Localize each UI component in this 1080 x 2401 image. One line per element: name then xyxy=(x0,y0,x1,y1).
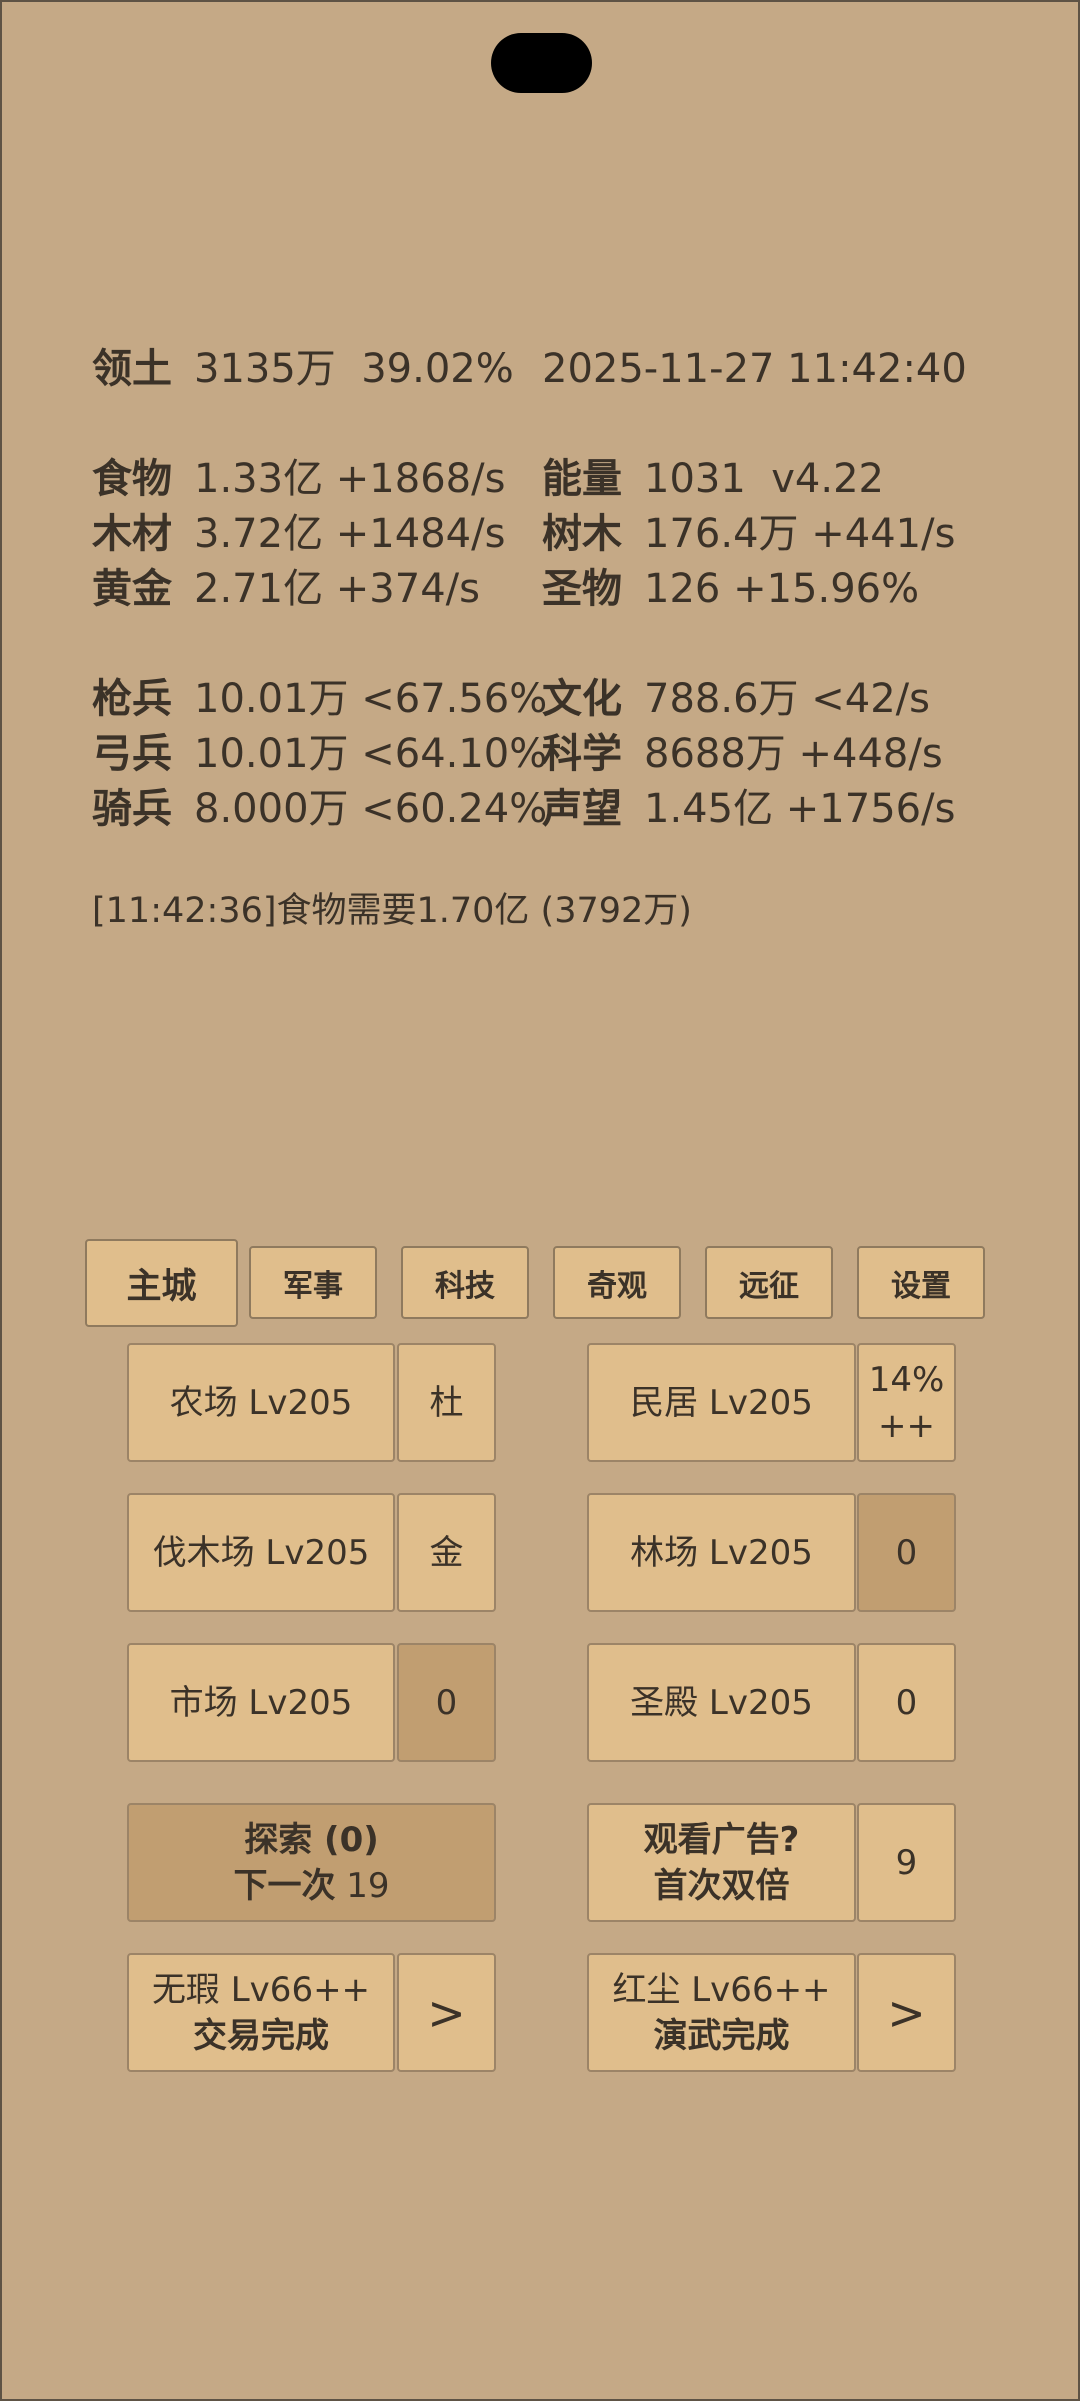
resource-label: 黄金 xyxy=(92,566,172,612)
culture-value: 788.6万 <42/s xyxy=(644,676,930,722)
flawless-title: 无瑕 Lv66++ xyxy=(151,1969,371,2010)
house-side-plus: ++ xyxy=(878,1405,935,1446)
forest-farm-label: 林场 Lv205 xyxy=(630,1532,813,1573)
resource-value: 3.72亿 +1484/s xyxy=(194,511,506,557)
farm-side-label: 杜 xyxy=(429,1382,464,1423)
forest-side-label: 0 xyxy=(895,1532,918,1573)
military-value: 8.000万 <60.24% xyxy=(194,786,548,832)
military-value: 10.01万 <67.56% xyxy=(194,676,548,722)
temple-button[interactable]: 圣殿 Lv205 xyxy=(587,1643,856,1762)
forest-side-button[interactable]: 0 xyxy=(857,1493,956,1612)
tab-military[interactable]: 军事 xyxy=(249,1246,377,1319)
temple-side-button[interactable]: 0 xyxy=(857,1643,956,1762)
resource-value: 176.4万 +441/s xyxy=(644,511,956,557)
military-label: 骑兵 xyxy=(92,786,172,832)
territory-label: 领土 xyxy=(92,346,172,392)
watch-ad-subtitle: 首次双倍 xyxy=(653,1865,790,1906)
camera-notch xyxy=(491,33,592,93)
lumber-mill-button[interactable]: 伐木场 Lv205 xyxy=(127,1493,395,1612)
culture-label: 文化 xyxy=(542,676,622,722)
culture-value: 1.45亿 +1756/s xyxy=(644,786,956,832)
market-side-label: 0 xyxy=(435,1682,458,1723)
datetime-row: 2025-11-27 11:42:40 xyxy=(542,342,967,397)
resource-label: 能量 xyxy=(542,456,622,502)
explore-button[interactable]: 探索 (0) 下一次 19 xyxy=(127,1803,496,1922)
farm-side-button[interactable]: 杜 xyxy=(397,1343,496,1462)
farm-label: 农场 Lv205 xyxy=(169,1382,353,1423)
house-button[interactable]: 民居 Lv205 xyxy=(587,1343,856,1462)
house-side-percent: 14% xyxy=(868,1359,945,1400)
tab-expedition[interactable]: 远征 xyxy=(705,1246,833,1319)
market-button[interactable]: 市场 Lv205 xyxy=(127,1643,395,1762)
watch-ad-button[interactable]: 观看广告? 首次双倍 xyxy=(587,1803,856,1922)
event-log: [11:42:36]食物需要1.70亿 (3792万) xyxy=(92,891,692,931)
lumber-side-label: 金 xyxy=(429,1532,464,1573)
watch-ad-title: 观看广告? xyxy=(643,1819,800,1860)
culture-label: 声望 xyxy=(542,786,622,832)
explore-title: 探索 (0) xyxy=(244,1819,379,1860)
resource-value: 2.71亿 +374/s xyxy=(194,566,480,612)
market-label: 市场 Lv205 xyxy=(169,1682,353,1723)
explore-next: 下一次 19 xyxy=(233,1863,389,1909)
farm-button[interactable]: 农场 Lv205 xyxy=(127,1343,395,1462)
tab-settings[interactable]: 设置 xyxy=(857,1246,985,1319)
explore-next-label: 下一次 xyxy=(233,1865,336,1906)
red-dust-next-arrow: > xyxy=(887,1985,926,2040)
territory-value: 3135万 39.02% xyxy=(194,346,514,392)
house-label: 民居 Lv205 xyxy=(630,1382,813,1423)
red-dust-title: 红尘 Lv66++ xyxy=(612,1969,831,2010)
forest-farm-button[interactable]: 林场 Lv205 xyxy=(587,1493,856,1612)
lumber-mill-label: 伐木场 Lv205 xyxy=(152,1532,370,1573)
resource-label: 木材 xyxy=(92,511,172,557)
ad-count-button[interactable]: 9 xyxy=(857,1803,956,1922)
tab-technology[interactable]: 科技 xyxy=(401,1246,529,1319)
culture-value: 8688万 +448/s xyxy=(644,731,943,777)
red-dust-next-button[interactable]: > xyxy=(857,1953,956,2072)
ad-count: 9 xyxy=(895,1842,918,1883)
military-label: 弓兵 xyxy=(92,731,172,777)
house-side-button[interactable]: 14% ++ xyxy=(857,1343,956,1462)
red-dust-status: 演武完成 xyxy=(653,2015,790,2056)
resource-value: 1031 v4.22 xyxy=(644,456,884,502)
resource-label: 树木 xyxy=(542,511,622,557)
lumber-side-button[interactable]: 金 xyxy=(397,1493,496,1612)
tab-main-city[interactable]: 主城 xyxy=(85,1239,238,1327)
temple-side-label: 0 xyxy=(895,1682,918,1723)
flawless-status: 交易完成 xyxy=(193,2015,329,2056)
market-side-button[interactable]: 0 xyxy=(397,1643,496,1762)
tab-wonders[interactable]: 奇观 xyxy=(553,1246,681,1319)
datetime: 2025-11-27 11:42:40 xyxy=(542,346,967,392)
resource-label: 食物 xyxy=(92,456,172,502)
explore-next-value: 19 xyxy=(346,1865,390,1906)
military-value: 10.01万 <64.10% xyxy=(194,731,548,777)
temple-label: 圣殿 Lv205 xyxy=(630,1682,813,1723)
resource-value: 126 +15.96% xyxy=(644,566,920,612)
resource-value: 1.33亿 +1868/s xyxy=(194,456,506,502)
resource-label: 圣物 xyxy=(542,566,622,612)
flawless-button[interactable]: 无瑕 Lv66++ 交易完成 xyxy=(127,1953,395,2072)
military-label: 枪兵 xyxy=(92,676,172,722)
culture-label: 科学 xyxy=(542,731,622,777)
tab-bar: 主城 军事 科技 奇观 远征 设置 xyxy=(2,1239,1080,1329)
red-dust-button[interactable]: 红尘 Lv66++ 演武完成 xyxy=(587,1953,856,2072)
flawless-next-button[interactable]: > xyxy=(397,1953,496,2072)
flawless-next-arrow: > xyxy=(427,1985,466,2040)
